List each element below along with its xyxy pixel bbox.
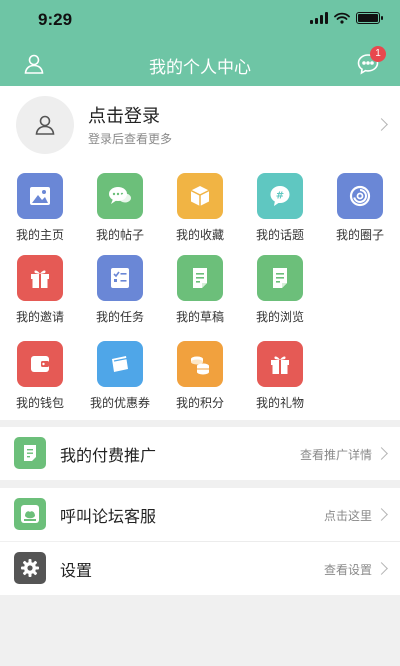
grid-item-points[interactable]: 我的积分	[160, 332, 240, 412]
grid-item-wallet[interactable]: 我的钱包	[0, 332, 80, 412]
grid-item-homepage[interactable]: 我的主页	[0, 164, 80, 244]
row-link-text[interactable]: 点击这里	[324, 507, 372, 524]
notification-badge: 1	[370, 46, 386, 62]
grid-item-label: 我的草稿	[175, 310, 224, 324]
chevron-right-icon	[375, 118, 388, 131]
row-settings[interactable]: 设置 查看设置	[0, 542, 400, 595]
page-title: 我的个人中心	[149, 58, 251, 78]
gift-icon	[257, 341, 303, 387]
grid-item-gifts[interactable]: 我的礼物	[240, 332, 320, 412]
feature-grid: 我的主页 我的帖子 我的收藏 # 我的话题 我的圈子 我的邀请 我的任务 我的草…	[0, 164, 400, 420]
grid-item-drafts[interactable]: 我的草稿	[160, 246, 240, 326]
checklist-icon	[97, 255, 143, 301]
grid-item-label: 我的圈子	[335, 228, 384, 242]
document-icon	[257, 255, 303, 301]
login-title[interactable]: 点击登录	[88, 102, 160, 128]
grid-item-label: 我的任务	[95, 310, 144, 324]
grid-item-label: 我的礼物	[255, 396, 304, 410]
chevron-right-icon	[375, 508, 388, 521]
wifi-icon	[334, 12, 350, 24]
grid-item-invites[interactable]: 我的邀请	[0, 246, 80, 326]
avatar-user-icon	[35, 115, 55, 135]
coupon-icon	[97, 341, 143, 387]
grid-item-history[interactable]: 我的浏览	[240, 246, 320, 326]
circle-icon	[337, 173, 383, 219]
status-time: 9:29	[38, 10, 73, 29]
battery-icon	[356, 12, 383, 24]
grid-item-posts[interactable]: 我的帖子	[80, 164, 160, 244]
signal-icon	[310, 12, 328, 24]
status-icons	[310, 12, 383, 24]
grid-item-label: 我的话题	[255, 228, 304, 242]
coins-icon	[177, 341, 223, 387]
login-subtitle: 登录后查看更多	[88, 132, 173, 146]
grid-item-tasks[interactable]: 我的任务	[80, 246, 160, 326]
svg-text:#: #	[276, 191, 284, 202]
avatar[interactable]	[16, 96, 74, 154]
row-label: 呼叫论坛客服	[60, 507, 157, 526]
message-icon[interactable]: 1	[356, 46, 386, 80]
row-label: 我的付费推广	[60, 446, 157, 465]
picture-icon	[17, 173, 63, 219]
chevron-right-icon	[375, 562, 388, 575]
login-section[interactable]: 点击登录 登录后查看更多	[0, 86, 400, 164]
grid-item-label: 我的浏览	[255, 310, 304, 324]
row-customer-service[interactable]: 呼叫论坛客服 点击这里	[0, 488, 400, 541]
grid-item-label: 我的收藏	[175, 228, 224, 242]
row-paid-promotion[interactable]: 我的付费推广 查看推广详情	[0, 427, 400, 480]
grid-item-label: 我的主页	[15, 228, 64, 242]
promotion-icon	[14, 437, 46, 469]
grid-item-favorites[interactable]: 我的收藏	[160, 164, 240, 244]
grid-item-circles[interactable]: 我的圈子	[320, 164, 400, 244]
grid-item-label: 我的积分	[175, 396, 224, 410]
grid-item-label: 我的邀请	[15, 310, 64, 324]
hashtag-icon: #	[257, 173, 303, 219]
gear-icon	[14, 552, 46, 584]
grid-item-label: 我的钱包	[15, 396, 64, 410]
wallet-icon	[17, 341, 63, 387]
box-icon	[177, 173, 223, 219]
status-bar: 9:29	[0, 0, 400, 44]
grid-item-topics[interactable]: # 我的话题	[240, 164, 320, 244]
gift-icon	[17, 255, 63, 301]
chevron-right-icon	[375, 447, 388, 460]
chat-bubbles-icon	[97, 173, 143, 219]
grid-item-label: 我的优惠券	[89, 396, 150, 410]
service-icon	[14, 498, 46, 530]
row-label: 设置	[60, 561, 93, 580]
grid-item-coupons[interactable]: 我的优惠券	[80, 332, 160, 412]
row-link-text[interactable]: 查看设置	[324, 561, 372, 578]
row-link-text[interactable]: 查看推广详情	[300, 446, 372, 463]
nav-bar: 我的个人中心 1	[0, 44, 400, 86]
grid-item-label: 我的帖子	[95, 228, 144, 242]
draft-icon	[177, 255, 223, 301]
